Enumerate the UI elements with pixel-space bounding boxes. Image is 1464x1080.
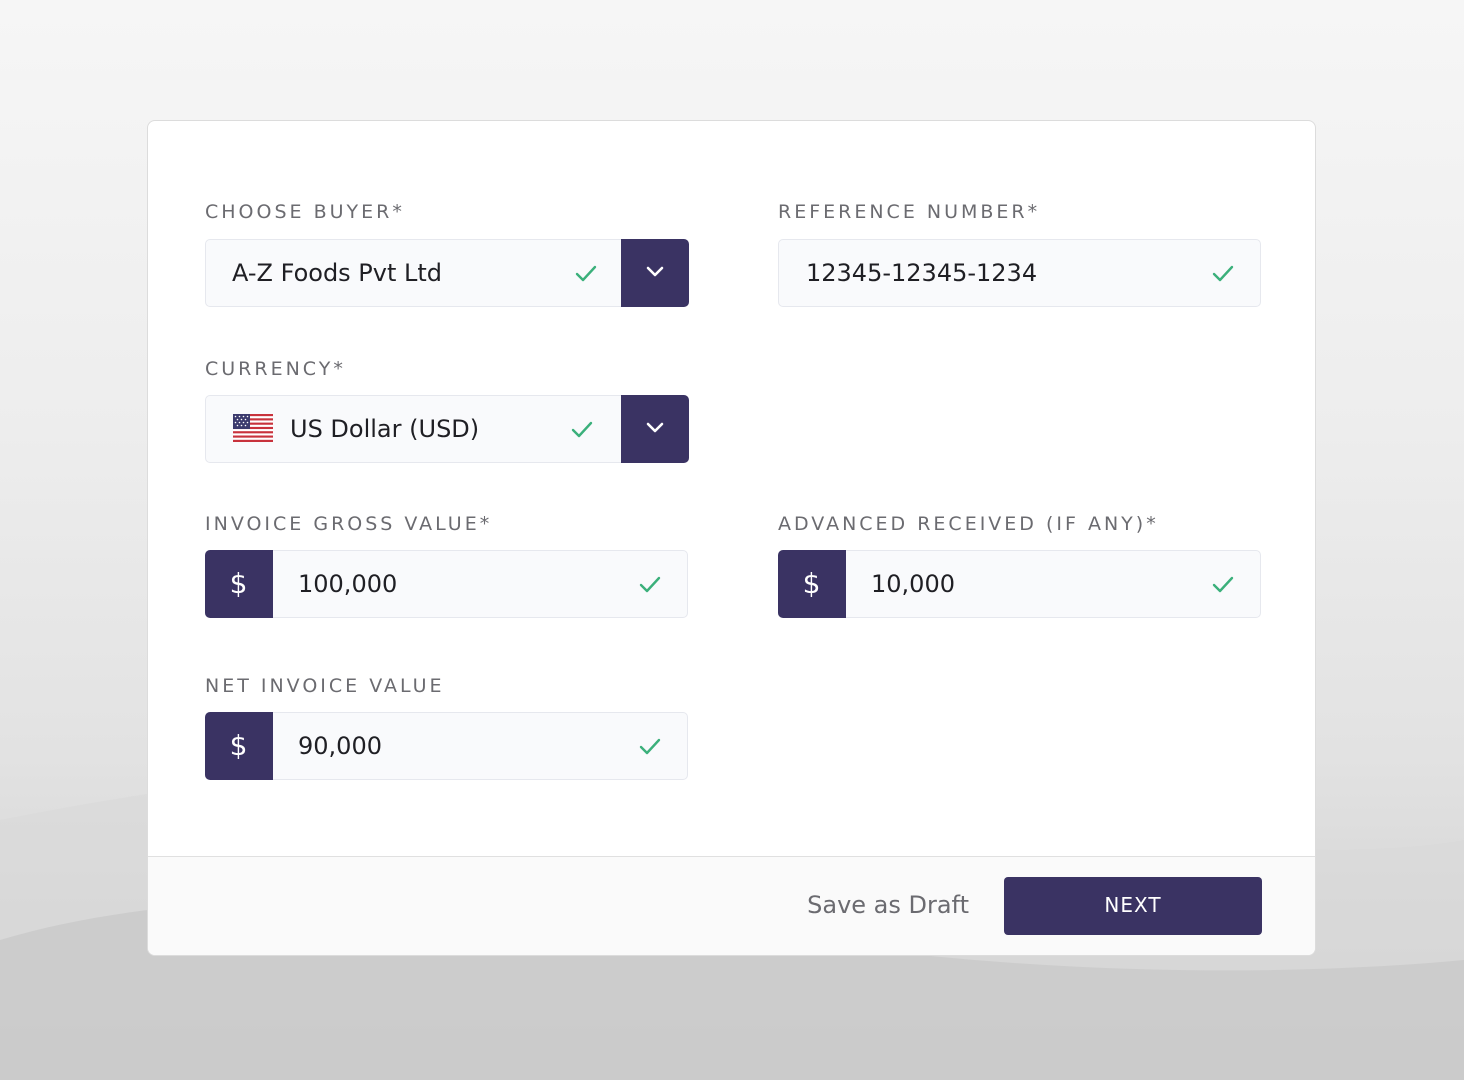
next-button[interactable]: NEXT xyxy=(1004,877,1262,935)
advance-label: ADVANCED RECEIVED (IF ANY)* xyxy=(778,513,1159,535)
invoice-form-card: CHOOSE BUYER* A-Z Foods Pvt Ltd REFERENC… xyxy=(147,120,1316,956)
check-icon xyxy=(575,265,597,282)
check-icon xyxy=(571,421,593,438)
currency-dropdown-button[interactable] xyxy=(620,394,689,463)
buyer-dropdown-button[interactable] xyxy=(620,238,689,307)
reference-input[interactable]: 12345-12345-1234 xyxy=(778,239,1261,307)
gross-value-value: 100,000 xyxy=(298,570,398,598)
us-flag-icon xyxy=(233,414,273,442)
reference-value: 12345-12345-1234 xyxy=(806,259,1038,287)
chevron-down-icon xyxy=(646,422,663,432)
advance-input[interactable]: $ 10,000 xyxy=(777,549,1261,618)
dollar-prefix: $ xyxy=(204,549,273,618)
check-icon xyxy=(639,738,661,755)
dollar-prefix: $ xyxy=(204,711,273,780)
gross-value-input[interactable]: $ 100,000 xyxy=(204,549,688,618)
currency-value: US Dollar (USD) xyxy=(290,415,480,443)
net-value-value: 90,000 xyxy=(298,732,382,760)
currency-label: CURRENCY* xyxy=(205,358,346,380)
net-value-input[interactable]: $ 90,000 xyxy=(204,711,688,780)
buyer-label: CHOOSE BUYER* xyxy=(205,201,405,223)
net-value-label: NET INVOICE VALUE xyxy=(205,675,445,697)
buyer-value: A-Z Foods Pvt Ltd xyxy=(232,259,443,287)
check-icon xyxy=(1212,265,1234,282)
form-footer: Save as Draft NEXT xyxy=(148,856,1315,955)
buyer-select[interactable]: A-Z Foods Pvt Ltd xyxy=(205,238,689,307)
dollar-prefix: $ xyxy=(777,549,846,618)
currency-select[interactable]: US Dollar (USD) xyxy=(205,394,689,463)
chevron-down-icon xyxy=(646,266,663,276)
check-icon xyxy=(639,576,661,593)
advance-value: 10,000 xyxy=(871,570,955,598)
gross-value-label: INVOICE GROSS VALUE* xyxy=(205,513,493,535)
reference-label: REFERENCE NUMBER* xyxy=(778,201,1041,223)
save-draft-link[interactable]: Save as Draft xyxy=(807,891,969,919)
check-icon xyxy=(1212,576,1234,593)
